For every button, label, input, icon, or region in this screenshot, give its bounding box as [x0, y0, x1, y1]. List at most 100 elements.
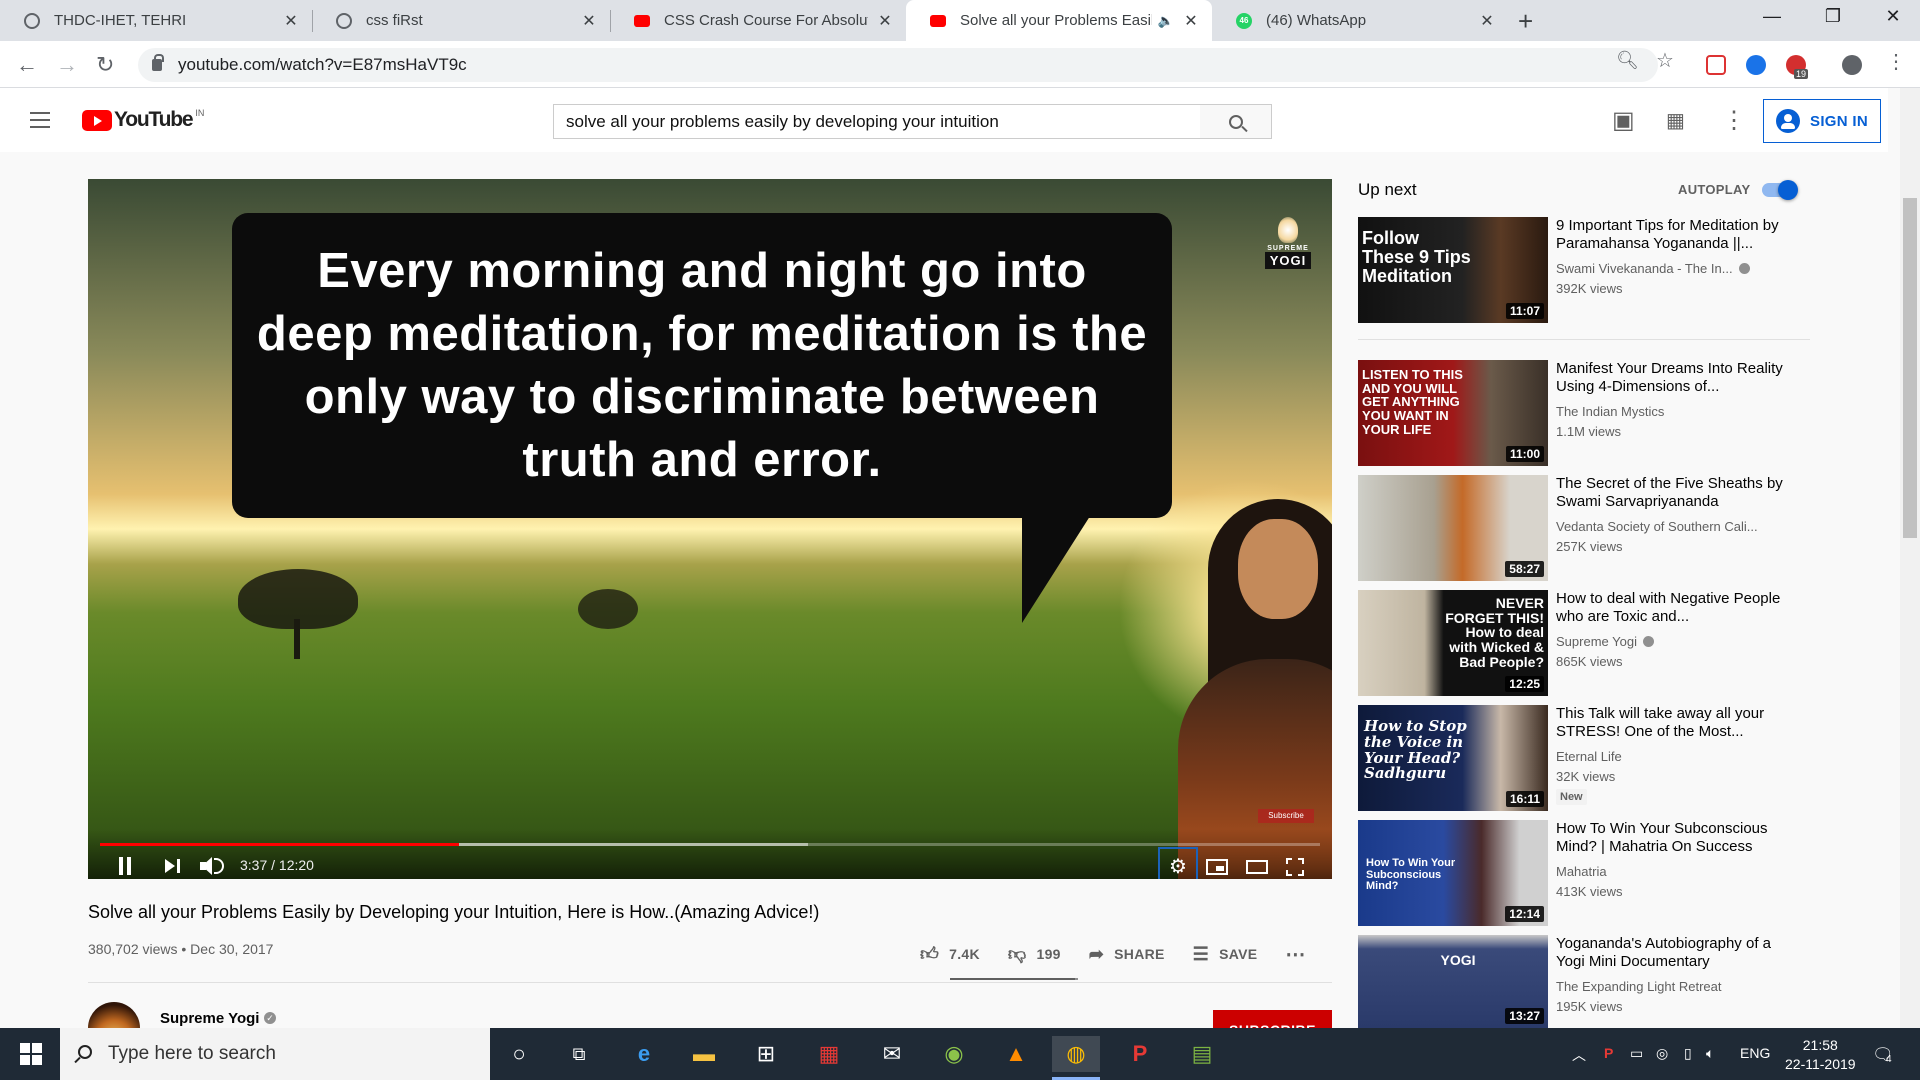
scrollbar-thumb[interactable] — [1903, 198, 1917, 538]
profile-avatar-icon[interactable] — [1842, 55, 1862, 75]
browser-menu-icon[interactable]: ⋮ — [1886, 49, 1906, 74]
recommended-video[interactable]: NEVER FORGET THIS! How to deal with Wick… — [1358, 590, 1810, 696]
close-icon[interactable]: ✕ — [1480, 11, 1494, 31]
miniplayer-icon[interactable] — [1206, 859, 1228, 875]
recommended-title[interactable]: How To Win Your Subconscious Mind? | Mah… — [1556, 820, 1796, 856]
notepad-app-icon[interactable]: ▤ — [1178, 1036, 1226, 1072]
search-input[interactable] — [554, 105, 1202, 138]
recommended-video[interactable]: How To Win Your Subconscious Mind? 12:14… — [1358, 820, 1810, 926]
window-close-icon[interactable]: ✕ — [1878, 6, 1908, 27]
progress-played — [100, 843, 459, 846]
windows-start-icon[interactable] — [20, 1043, 42, 1065]
settings-button[interactable]: ⚙ — [1158, 847, 1198, 879]
theater-mode-icon[interactable] — [1246, 860, 1268, 874]
settings-dots-icon[interactable]: ⋮ — [1722, 106, 1746, 135]
video-thumbnail[interactable]: YOGI 13:27 — [1358, 935, 1548, 1028]
save-button[interactable]: ☰ SAVE — [1193, 944, 1258, 965]
mail-icon[interactable]: ✉ — [868, 1036, 916, 1072]
video-player[interactable]: Every morning and night go into deep med… — [88, 179, 1332, 879]
recommended-video[interactable]: 58:27 The Secret of the Five Sheaths by … — [1358, 475, 1810, 581]
recommended-video[interactable]: LISTEN TO THIS AND YOU WILL GET ANYTHING… — [1358, 360, 1810, 466]
apps-grid-icon[interactable]: ▦ — [1666, 108, 1685, 133]
download-extension-icon[interactable] — [1746, 55, 1766, 75]
close-icon[interactable]: ✕ — [284, 11, 298, 31]
video-thumbnail[interactable]: How to Stop the Voice in Your Head? Sadh… — [1358, 705, 1548, 811]
network-icon[interactable]: ◎ — [1656, 1045, 1668, 1062]
more-actions-button[interactable]: ⋯ — [1285, 942, 1315, 967]
search-button[interactable] — [1200, 104, 1272, 139]
maximize-icon[interactable]: ❐ — [1818, 6, 1848, 27]
recommended-title[interactable]: This Talk will take away all your STRESS… — [1556, 705, 1796, 741]
progress-bar[interactable] — [100, 843, 1320, 846]
tray-chevron-up-icon[interactable]: ︿ — [1572, 1045, 1586, 1065]
recommended-title[interactable]: How to deal with Negative People who are… — [1556, 590, 1796, 626]
tab-css-first[interactable]: css fiRst ✕ — [312, 0, 610, 41]
new-tab-button[interactable]: + — [1518, 6, 1533, 37]
edge-browser-icon[interactable]: e — [620, 1036, 668, 1072]
close-icon[interactable]: ✕ — [582, 11, 596, 31]
vlc-icon[interactable]: ▲ — [992, 1036, 1040, 1072]
cortana-icon[interactable]: ○ — [495, 1036, 543, 1072]
next-icon[interactable] — [165, 859, 181, 873]
app-p-icon[interactable]: P — [1116, 1036, 1164, 1072]
recommended-title[interactable]: Yogananda's Autobiography of a Yogi Mini… — [1556, 935, 1796, 971]
video-thumbnail[interactable]: Follow These 9 Tips Meditation 11:07 — [1358, 217, 1548, 323]
video-thumbnail[interactable]: 58:27 — [1358, 475, 1548, 581]
tab-solve-problems[interactable]: Solve all your Problems Easily 🔈 ✕ — [906, 0, 1212, 41]
duration-badge: 12:14 — [1505, 906, 1544, 922]
bookmark-star-icon[interactable]: ☆ — [1656, 48, 1674, 73]
autoplay-toggle[interactable] — [1762, 180, 1798, 200]
language-indicator[interactable]: ENG — [1740, 1045, 1770, 1061]
recommended-title[interactable]: 9 Important Tips for Meditation by Param… — [1556, 217, 1796, 253]
speaker-icon[interactable]: 🔈︎ — [1706, 1045, 1714, 1062]
battery-icon[interactable]: ▯ — [1684, 1045, 1692, 1062]
speaker-icon[interactable]: 🔈 — [1158, 13, 1174, 29]
taskbar-search-box[interactable]: Type here to search — [60, 1028, 490, 1080]
android-studio-icon[interactable]: ◉ — [930, 1036, 978, 1072]
recommended-video[interactable]: How to Stop the Voice in Your Head? Sadh… — [1358, 705, 1810, 811]
verified-check-icon: ✓ — [264, 1012, 276, 1024]
taskbar-clock[interactable]: 21:58 22-11-2019 — [1785, 1036, 1856, 1074]
dislike-button[interactable]: 👎︎ 199 — [1008, 943, 1061, 965]
hamburger-menu-icon[interactable] — [30, 112, 50, 128]
gift-app-icon[interactable]: ▦ — [805, 1036, 853, 1072]
file-explorer-icon[interactable]: ▬ — [680, 1036, 728, 1072]
chrome-icon[interactable]: ◍ — [1052, 1036, 1100, 1080]
zoom-icon[interactable]: 🔍︎ — [1616, 50, 1639, 71]
reload-icon[interactable]: ↻ — [96, 52, 114, 78]
forward-arrow-icon[interactable]: → — [56, 52, 78, 78]
pause-icon[interactable] — [118, 857, 132, 875]
subscribe-watermark[interactable]: Subscribe — [1258, 809, 1314, 823]
tray-device-icon[interactable]: ▭ — [1630, 1045, 1643, 1062]
pocket-extension-icon[interactable] — [1706, 55, 1726, 75]
video-thumbnail[interactable]: LISTEN TO THIS AND YOU WILL GET ANYTHING… — [1358, 360, 1548, 466]
back-arrow-icon[interactable]: ← — [16, 52, 38, 78]
create-video-icon[interactable]: ▣ — [1612, 106, 1635, 135]
task-view-icon[interactable]: ⧉ — [555, 1036, 603, 1072]
tab-thdc[interactable]: THDC-IHET, TEHRI ✕ — [0, 0, 312, 41]
close-icon[interactable]: ✕ — [1184, 11, 1198, 31]
fullscreen-icon[interactable] — [1286, 858, 1304, 876]
recommended-video[interactable]: YOGI 13:27 Yogananda's Autobiography of … — [1358, 935, 1810, 1041]
video-thumbnail[interactable]: NEVER FORGET THIS! How to deal with Wick… — [1358, 590, 1548, 696]
like-button[interactable]: 👍︎ 7.4K — [920, 943, 980, 965]
video-thumbnail[interactable]: How To Win Your Subconscious Mind? 12:14 — [1358, 820, 1548, 926]
share-button[interactable]: ➦ SHARE — [1089, 944, 1165, 965]
tab-whatsapp[interactable]: 46 (46) WhatsApp ✕ — [1212, 0, 1508, 41]
verified-check-icon — [1738, 263, 1750, 274]
page-scrollbar[interactable] — [1900, 88, 1920, 1028]
youtube-logo[interactable]: YouTube IN — [82, 108, 204, 132]
address-bar[interactable]: youtube.com/watch?v=E87msHaVT9c — [138, 48, 1658, 82]
divider — [88, 982, 1332, 983]
close-icon[interactable]: ✕ — [878, 11, 892, 31]
youtube-header: YouTube IN ▣ ▦ ⋮ SIGN IN — [0, 88, 1888, 152]
recommended-video[interactable]: Follow These 9 Tips Meditation 11:07 9 I… — [1358, 217, 1810, 323]
channel-name[interactable]: Supreme Yogi — [160, 1010, 259, 1027]
tab-css-crash-course[interactable]: CSS Crash Course For Absolute B ✕ — [610, 0, 906, 41]
minimize-icon[interactable]: — — [1757, 6, 1787, 27]
recommended-title[interactable]: Manifest Your Dreams Into Reality Using … — [1556, 360, 1796, 396]
tray-app-p-icon[interactable]: P — [1604, 1045, 1613, 1061]
store-icon[interactable]: ⊞ — [742, 1036, 790, 1072]
sign-in-button[interactable]: SIGN IN — [1763, 99, 1881, 143]
recommended-title[interactable]: The Secret of the Five Sheaths by Swami … — [1556, 475, 1796, 511]
